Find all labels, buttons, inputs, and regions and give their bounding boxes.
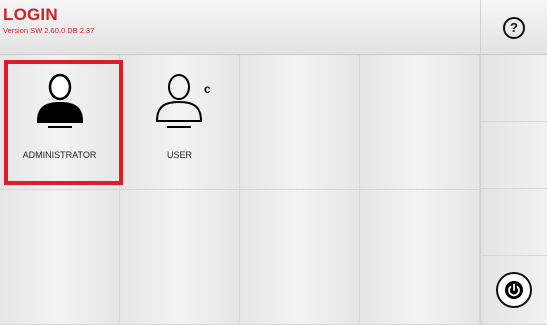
side-empty-slot [480, 122, 547, 189]
side-empty-slot [480, 189, 547, 256]
help-icon: ? [503, 16, 525, 39]
side-empty-slot [480, 55, 547, 122]
help-button[interactable]: ? [480, 0, 547, 55]
user-label: USER [166, 150, 192, 160]
version-text: Version SW 2.60.0 DB 2.37 [3, 26, 95, 35]
empty-tile [120, 190, 240, 325]
power-button[interactable] [480, 256, 547, 325]
empty-tile [240, 190, 360, 325]
header-bar: LOGIN Version SW 2.60.0 DB 2.37 ? [0, 0, 547, 55]
empty-tile [360, 190, 480, 325]
page-title: LOGIN [3, 5, 58, 24]
power-icon [496, 272, 532, 308]
selection-highlight [4, 60, 123, 185]
side-panel [480, 55, 547, 325]
empty-tile [0, 190, 120, 325]
empty-tile [240, 55, 360, 190]
user-icon: c [155, 74, 211, 128]
empty-tile [360, 55, 480, 190]
svg-text:c: c [204, 82, 211, 96]
user-tile-user[interactable]: c USER [120, 55, 240, 190]
